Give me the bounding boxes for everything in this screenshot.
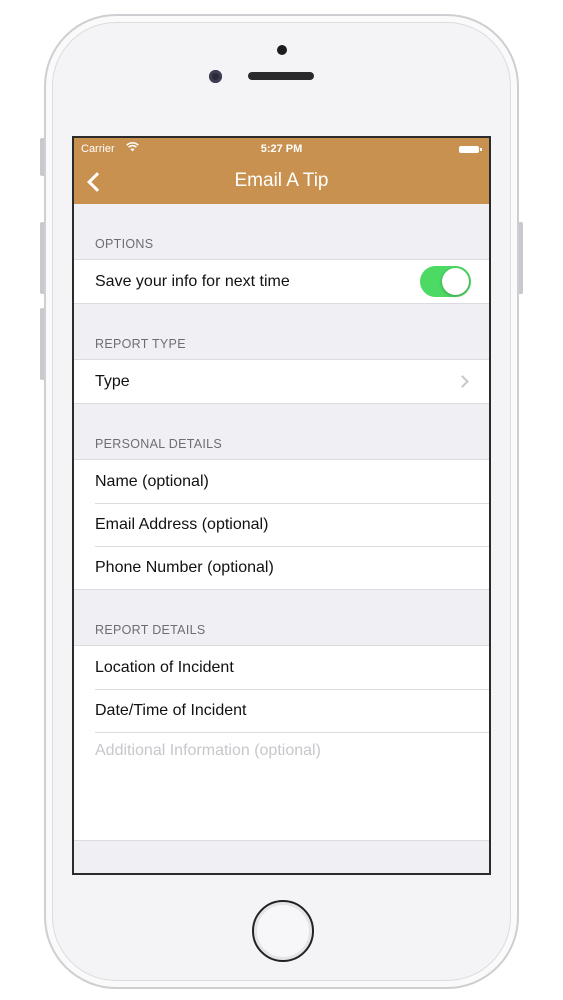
- front-camera: [209, 70, 222, 83]
- report-type-group: Type: [74, 359, 489, 404]
- email-field[interactable]: Email Address (optional): [74, 503, 489, 546]
- page-title: Email A Tip: [234, 170, 329, 191]
- home-button[interactable]: [252, 900, 314, 962]
- navigation-bar: Email A Tip: [74, 160, 489, 204]
- save-info-label: Save your info for next time: [95, 272, 290, 290]
- proximity-sensor: [277, 45, 287, 55]
- personal-details-group: Name (optional) Email Address (optional)…: [74, 459, 489, 590]
- location-field[interactable]: Location of Incident: [74, 646, 489, 689]
- battery-icon: [459, 146, 482, 153]
- name-field-label: Name (optional): [95, 472, 209, 490]
- additional-info-textarea[interactable]: Additional Information (optional): [74, 732, 489, 840]
- type-row[interactable]: Type: [74, 360, 489, 403]
- app-header: Carrier 5:27 PM Email A Tip: [74, 138, 489, 204]
- additional-info-placeholder: Additional Information (optional): [95, 742, 321, 759]
- app-screen: Carrier 5:27 PM Email A Tip OPTIONS Save…: [72, 136, 491, 875]
- save-info-toggle[interactable]: [420, 266, 471, 297]
- status-bar: Carrier 5:27 PM: [74, 138, 489, 160]
- email-field-label: Email Address (optional): [95, 515, 269, 533]
- datetime-field-label: Date/Time of Incident: [95, 701, 247, 719]
- report-details-group: Location of Incident Date/Time of Incide…: [74, 645, 489, 841]
- name-field[interactable]: Name (optional): [74, 460, 489, 503]
- status-time: 5:27 PM: [260, 143, 303, 155]
- datetime-field[interactable]: Date/Time of Incident: [74, 689, 489, 732]
- toggle-knob: [442, 268, 469, 295]
- phone-field-label: Phone Number (optional): [95, 558, 274, 576]
- section-header-report-details: REPORT DETAILS: [95, 623, 206, 637]
- section-header-options: OPTIONS: [95, 237, 154, 251]
- phone-field[interactable]: Phone Number (optional): [74, 546, 489, 589]
- location-field-label: Location of Incident: [95, 658, 234, 676]
- chevron-right-icon: [456, 375, 469, 388]
- earpiece-speaker: [248, 72, 314, 80]
- save-info-row: Save your info for next time: [74, 260, 489, 303]
- section-header-report-type: REPORT TYPE: [95, 337, 186, 351]
- options-group: Save your info for next time: [74, 259, 489, 304]
- section-header-personal-details: PERSONAL DETAILS: [95, 437, 223, 451]
- type-label: Type: [95, 372, 130, 390]
